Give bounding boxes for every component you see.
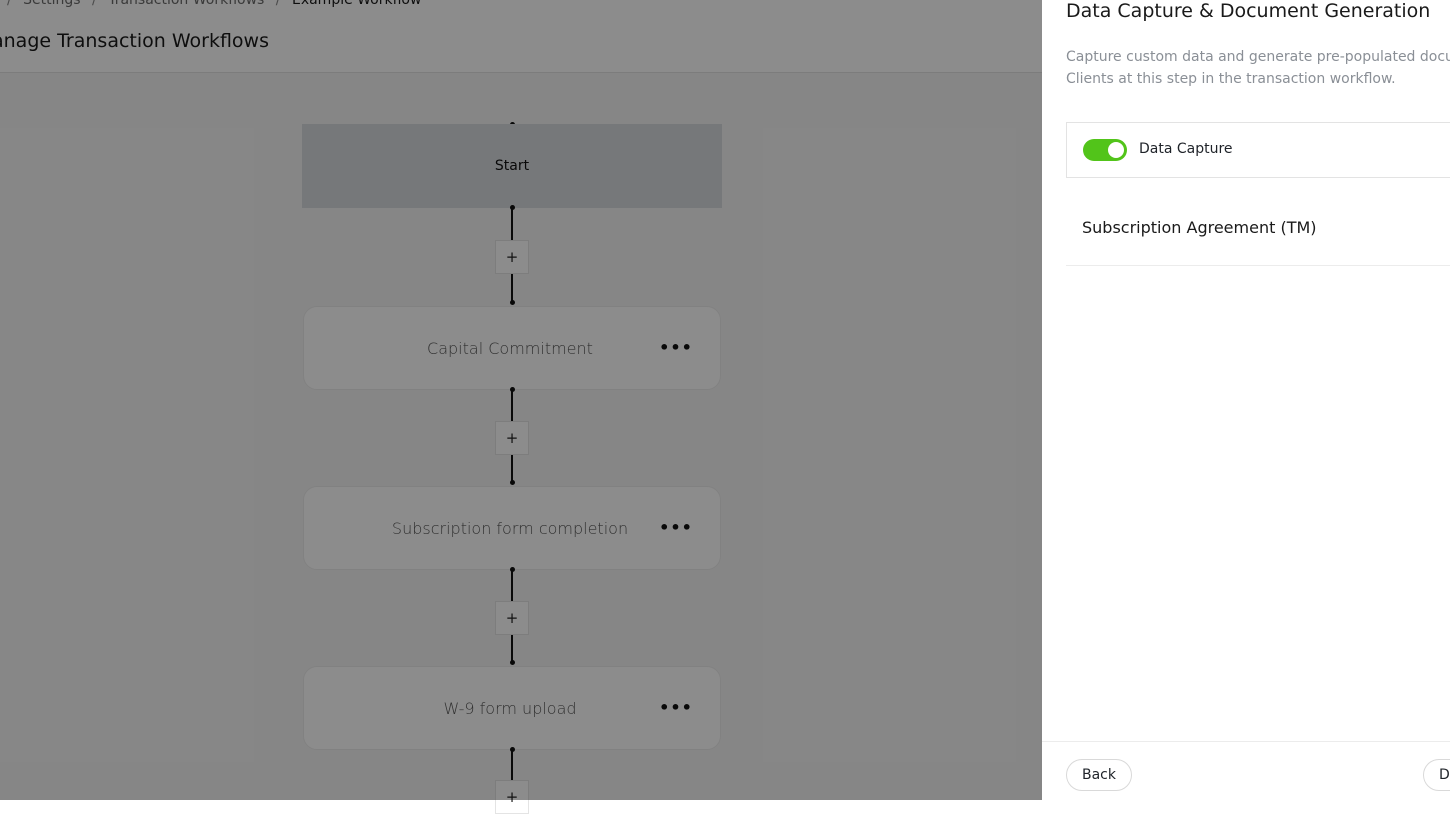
drawer-footer: Back D [1042,741,1450,800]
data-capture-label: Data Capture [1139,141,1233,157]
document-row[interactable]: Subscription Agreement (TM) [1066,200,1450,266]
drawer-title: Data Capture & Document Generation [1066,0,1431,22]
drawer-description: Capture custom data and generate pre-pop… [1066,49,1450,87]
document-title: Subscription Agreement (TM) [1082,218,1317,237]
back-button[interactable]: Back [1066,759,1132,791]
data-capture-card: Data Capture [1066,122,1450,178]
data-capture-toggle[interactable] [1083,139,1127,161]
toggle-knob [1108,142,1124,158]
next-button[interactable]: D [1423,759,1450,791]
modal-overlay[interactable] [0,0,1042,800]
side-drawer: Data Capture & Document Generation Captu… [1042,0,1450,800]
